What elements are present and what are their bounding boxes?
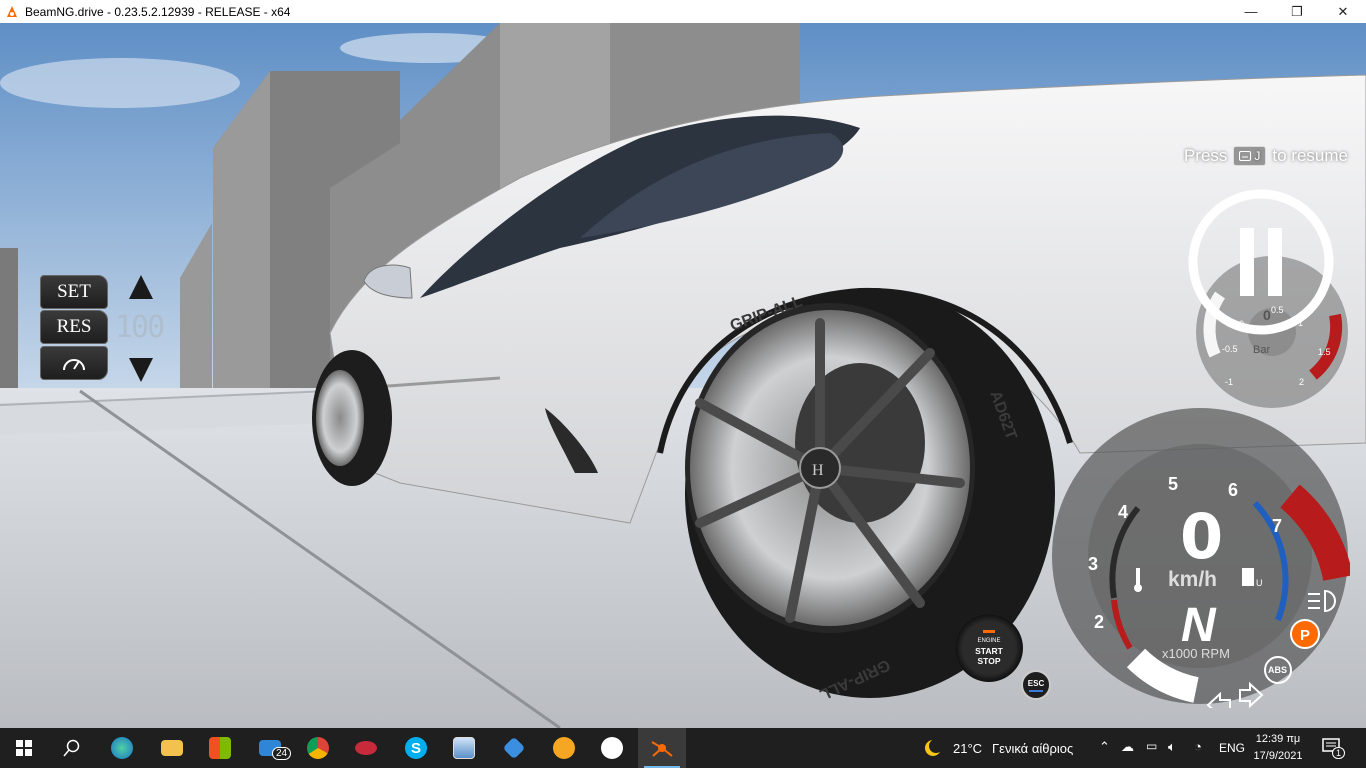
clock-time: 12:39 πμ	[1255, 733, 1301, 745]
taskbar-skype[interactable]: S	[392, 728, 440, 768]
resume-key: J	[1233, 146, 1267, 166]
tray-chevron-icon[interactable]: ⌃	[1099, 739, 1110, 755]
engine-start-stop-button[interactable]: ENGINE START STOP	[955, 614, 1023, 682]
weather-icon[interactable]	[922, 738, 944, 758]
boost-tick-neg-half: -0.5	[1222, 344, 1238, 354]
taskbar-mail[interactable]: 24	[246, 728, 294, 768]
steam-like-icon	[502, 736, 526, 760]
mail-badge: 24	[272, 747, 292, 760]
close-button[interactable]: ✕	[1320, 0, 1366, 23]
cloud-icon[interactable]: ☁	[1121, 739, 1134, 755]
app-red-icon	[355, 741, 377, 755]
rpm-tick-4: 4	[1118, 502, 1128, 522]
speed-up-icon[interactable]	[128, 273, 154, 301]
resume-suffix-text: to resume	[1272, 146, 1348, 165]
vpn-icon	[553, 737, 575, 759]
taskbar-vpn[interactable]	[540, 728, 588, 768]
esc-toggle-button[interactable]: ESC	[1021, 670, 1051, 700]
search-icon	[63, 739, 80, 757]
stop-label: STOP	[977, 656, 1001, 666]
engine-label: ENGINE	[977, 638, 1001, 644]
windows-taskbar: 24 S 21°C Γενικά αίθριος ⌃ ☁ ▭ 🔈︎ ◔ ENG …	[0, 728, 1366, 768]
maximize-button[interactable]: ❐	[1274, 0, 1320, 23]
taskbar-steam-like[interactable]	[490, 728, 538, 768]
pause-button[interactable]	[1185, 186, 1337, 338]
cruise-gauge-button[interactable]	[40, 346, 108, 380]
skype-icon: S	[405, 737, 427, 759]
notification-button[interactable]: 1	[1322, 738, 1346, 759]
abs-label: ABS	[1268, 665, 1287, 675]
rpm-tick-1: 1	[1134, 654, 1144, 674]
store-icon	[209, 737, 231, 759]
resume-key-label: J	[1254, 149, 1261, 163]
photo-app-icon	[453, 737, 475, 759]
chrome-icon	[307, 737, 329, 759]
speedometer-icon	[63, 359, 85, 371]
rpm-tick-7: 7	[1272, 516, 1282, 536]
rpm-tick-6: 6	[1228, 480, 1238, 500]
gear-indicator: N	[1181, 599, 1217, 652]
cruise-speed-display: 100	[115, 310, 165, 345]
notification-count: 1	[1332, 747, 1346, 759]
start-label: START	[975, 646, 1003, 656]
cruise-res-button[interactable]: RES	[40, 310, 108, 344]
rpm-tick-2: 2	[1094, 612, 1104, 632]
beamng-icon	[651, 741, 673, 757]
minimize-button[interactable]: —	[1228, 0, 1274, 23]
clock[interactable]: 12:39 πμ 17/9/2021	[1252, 731, 1304, 765]
boost-tick-one-half: 1.5	[1318, 347, 1331, 357]
language-indicator[interactable]: ENG	[1219, 741, 1245, 755]
taskbar-store[interactable]	[196, 728, 244, 768]
file-explorer-icon	[161, 740, 183, 756]
beamng-app-icon	[5, 5, 19, 19]
edge-icon	[111, 737, 133, 759]
boost-tick-max: 2	[1299, 377, 1304, 387]
parking-label: P	[1300, 627, 1310, 644]
clock-date: 17/9/2021	[1253, 750, 1303, 762]
wifi-icon[interactable]: ◔	[1194, 739, 1202, 754]
pause-icon	[1240, 228, 1254, 296]
windows-logo-icon	[16, 740, 32, 756]
keyboard-icon	[1239, 151, 1252, 161]
start-button[interactable]	[0, 728, 48, 768]
battery-icon[interactable]: ▭	[1146, 739, 1157, 753]
cruise-set-button[interactable]: SET	[40, 275, 108, 309]
weather-desc[interactable]: Γενικά αίθριος	[992, 741, 1073, 756]
resume-hint: Press J to resume	[1184, 146, 1348, 166]
dashboard-gauge: 1 2 3 4 5 6 7 0 km/h N x1000 RPM U P ABS	[1052, 408, 1350, 708]
taskbar-file-explorer[interactable]	[148, 728, 196, 768]
steam-icon	[601, 737, 623, 759]
speed-unit: km/h	[1168, 568, 1217, 591]
weather-temp[interactable]: 21°C	[953, 741, 982, 756]
fuel-icon	[1242, 568, 1254, 586]
resume-press-text: Press	[1183, 146, 1228, 165]
taskbar-chrome[interactable]	[294, 728, 342, 768]
boost-tick-min: -1	[1225, 377, 1233, 387]
window-titlebar: BeamNG.drive - 0.23.5.2.12939 - RELEASE …	[0, 0, 1366, 23]
rpm-tick-3: 3	[1088, 554, 1098, 574]
speed-value: 0	[1180, 500, 1223, 573]
taskbar-edge[interactable]	[98, 728, 146, 768]
esc-label: ESC	[1027, 678, 1045, 688]
rpm-tick-5: 5	[1168, 474, 1178, 494]
speed-down-icon[interactable]	[128, 356, 154, 384]
window-title: BeamNG.drive - 0.23.5.2.12939 - RELEASE …	[25, 4, 291, 19]
rpm-label: x1000 RPM	[1162, 646, 1230, 661]
boost-unit: Bar	[1253, 344, 1270, 356]
taskbar-photo-app[interactable]	[440, 728, 488, 768]
search-button[interactable]	[48, 728, 96, 768]
taskbar-beamng[interactable]	[638, 728, 686, 768]
taskbar-steam[interactable]	[588, 728, 636, 768]
hub-logo: H	[812, 462, 824, 479]
game-viewport[interactable]: H GRIP-ALL AD62T GRIP-ALL SET RES 100 Pr…	[0, 23, 1366, 728]
volume-icon[interactable]: 🔈︎	[1168, 739, 1176, 755]
fuel-letter: U	[1256, 578, 1263, 588]
taskbar-app-red[interactable]	[342, 728, 390, 768]
